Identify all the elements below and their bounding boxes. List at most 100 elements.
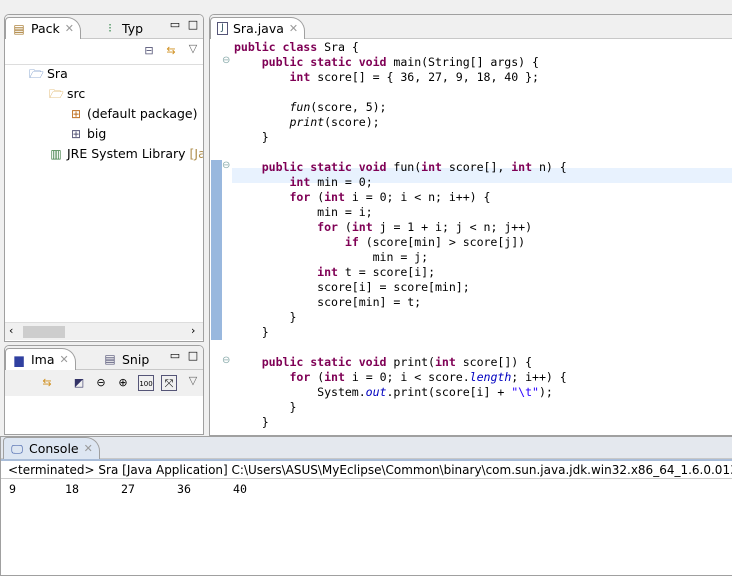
view-menu-icon[interactable]: ▽	[185, 41, 201, 57]
java-file-icon: J	[217, 22, 228, 35]
snippets-icon: ▤	[104, 352, 116, 366]
code-token: int	[324, 190, 352, 204]
link-with-editor-icon[interactable]: ⇆	[163, 43, 179, 59]
code-line[interactable]: public static void main(String[] args) {	[234, 55, 567, 70]
close-icon[interactable]: ✕	[60, 353, 69, 366]
maximize-icon[interactable]: □	[185, 17, 201, 33]
zoom-in-icon[interactable]: ⊕	[115, 375, 131, 391]
code-line[interactable]: public static void print(int score[]) {	[234, 355, 567, 370]
fit-window-icon[interactable]: ⤧	[161, 375, 177, 391]
code-token: j = 1 + i; j < n; j++)	[379, 220, 533, 234]
output-value: 27	[121, 482, 135, 496]
console-icon: 🖵	[11, 441, 23, 456]
code-line[interactable]: int min = 0;	[234, 175, 567, 190]
tab-type-hierarchy[interactable]: ⁝ Typ	[97, 17, 149, 39]
code-line[interactable]	[234, 85, 567, 100]
close-icon[interactable]: ✕	[84, 442, 93, 455]
code-line[interactable]: System.out.print(score[i] + "\t");	[234, 385, 567, 400]
code-token: int	[317, 265, 345, 279]
code-line[interactable]: }	[234, 310, 567, 325]
code-token: );	[538, 385, 553, 399]
image-viewer-icon: ▆	[14, 352, 24, 367]
code-token: ; i++) {	[511, 370, 567, 384]
code-line[interactable]: }	[234, 400, 567, 415]
code-line[interactable]: fun(score, 5);	[234, 100, 567, 115]
tab-image-viewer[interactable]: ▆ Ima ✕	[5, 348, 76, 370]
fold-icon[interactable]: ⊖	[222, 160, 230, 171]
collapse-all-icon[interactable]: ⊟	[141, 43, 157, 59]
code-line[interactable]: int score[] = { 36, 27, 9, 18, 40 };	[234, 70, 567, 85]
code-token: fun(	[393, 160, 422, 174]
fold-icon[interactable]: ⊖	[222, 355, 230, 366]
code-token: for	[289, 190, 318, 204]
tab-snippets[interactable]: ▤ Snip	[97, 348, 155, 370]
minimize-icon[interactable]: ▭	[167, 348, 183, 364]
tab-package-explorer[interactable]: ▤ Pack ✕	[5, 17, 81, 39]
close-icon[interactable]: ✕	[65, 22, 74, 35]
tab-console[interactable]: 🖵 Console ✕	[3, 437, 100, 459]
output-value: 18	[65, 482, 79, 496]
code-line[interactable]: for (int i = 0; i < n; i++) {	[234, 190, 567, 205]
fold-icon[interactable]: ⊖	[222, 55, 230, 66]
code-line[interactable]: }	[234, 130, 567, 145]
package-explorer-view: ▤ Pack ✕ ⁝ Typ ▭ □ ⊟ ⇆ ▽ 🗁 Sra 🗁 src ⊞ (defaul…	[4, 14, 204, 342]
code-editor[interactable]: public class Sra { public static void ma…	[234, 40, 567, 430]
code-token: int	[289, 175, 318, 189]
scrollbar-thumb[interactable]	[23, 326, 65, 338]
code-token: int	[421, 160, 449, 174]
code-line[interactable]: for (int j = 1 + i; j < n; j++)	[234, 220, 567, 235]
tree-item-default-package[interactable]: ⊞ (default package)	[69, 106, 198, 121]
console-view: 🖵 Console ✕ <terminated> Sra [Java Applica…	[0, 436, 732, 576]
maximize-icon[interactable]: □	[185, 348, 201, 364]
tree-item-project[interactable]: 🗁 Sra	[29, 66, 68, 81]
code-line[interactable]	[234, 145, 567, 160]
code-line[interactable]: min = j;	[234, 250, 567, 265]
tree-item-big[interactable]: ⊞ big	[69, 126, 106, 141]
code-token: score[i] = score[min];	[234, 280, 470, 294]
scroll-right-icon[interactable]: ›	[191, 324, 195, 337]
code-line[interactable]: for (int i = 0; i < score.length; i++) {	[234, 370, 567, 385]
view-menu-icon[interactable]: ▽	[185, 373, 201, 389]
code-token: min = i;	[234, 205, 373, 219]
empty-package-icon: ⊞	[70, 126, 82, 141]
link-icon[interactable]: ⇆	[39, 375, 55, 391]
console-header: <terminated> Sra [Java Application] C:\U…	[1, 459, 732, 479]
output-value: 9	[9, 482, 16, 496]
code-line[interactable]	[234, 340, 567, 355]
code-line[interactable]: public class Sra {	[234, 40, 567, 55]
fit-image-icon[interactable]: ◩	[71, 375, 87, 391]
tree-item-src[interactable]: 🗁 src	[49, 86, 85, 101]
code-line[interactable]: score[min] = t;	[234, 295, 567, 310]
horizontal-scrollbar[interactable]: ‹ ›	[5, 322, 203, 340]
tab-sra-java[interactable]: J Sra.java ✕	[210, 17, 306, 39]
console-output[interactable]: 9 18 27 36 40	[9, 482, 289, 496]
code-line[interactable]: public static void fun(int score[], int …	[234, 160, 567, 175]
close-icon[interactable]: ✕	[289, 22, 298, 35]
code-line[interactable]: }	[234, 415, 567, 430]
code-line[interactable]: min = i;	[234, 205, 567, 220]
code-token: score[],	[448, 160, 512, 174]
code-line[interactable]: if (score[min] > score[j])	[234, 235, 567, 250]
code-token: int	[435, 355, 463, 369]
code-token: min = 0;	[317, 175, 373, 189]
scroll-left-icon[interactable]: ‹	[9, 324, 13, 337]
main-toolbar	[0, 0, 732, 12]
code-token: fun	[289, 100, 311, 114]
code-token: int	[324, 370, 352, 384]
zoom-out-icon[interactable]: ⊖	[93, 375, 109, 391]
code-token: length	[469, 370, 512, 384]
actual-size-icon[interactable]: 100	[138, 375, 154, 391]
code-line[interactable]: score[i] = score[min];	[234, 280, 567, 295]
tree-item-jre[interactable]: ▥JRE System Library[Jav	[49, 146, 203, 161]
minimize-icon[interactable]: ▭	[167, 17, 183, 33]
source-folder-icon: 🗁	[49, 86, 64, 101]
code-line[interactable]: }	[234, 325, 567, 340]
code-token: }	[234, 310, 297, 324]
code-line[interactable]: int t = score[i];	[234, 265, 567, 280]
code-line[interactable]: print(score);	[234, 115, 567, 130]
